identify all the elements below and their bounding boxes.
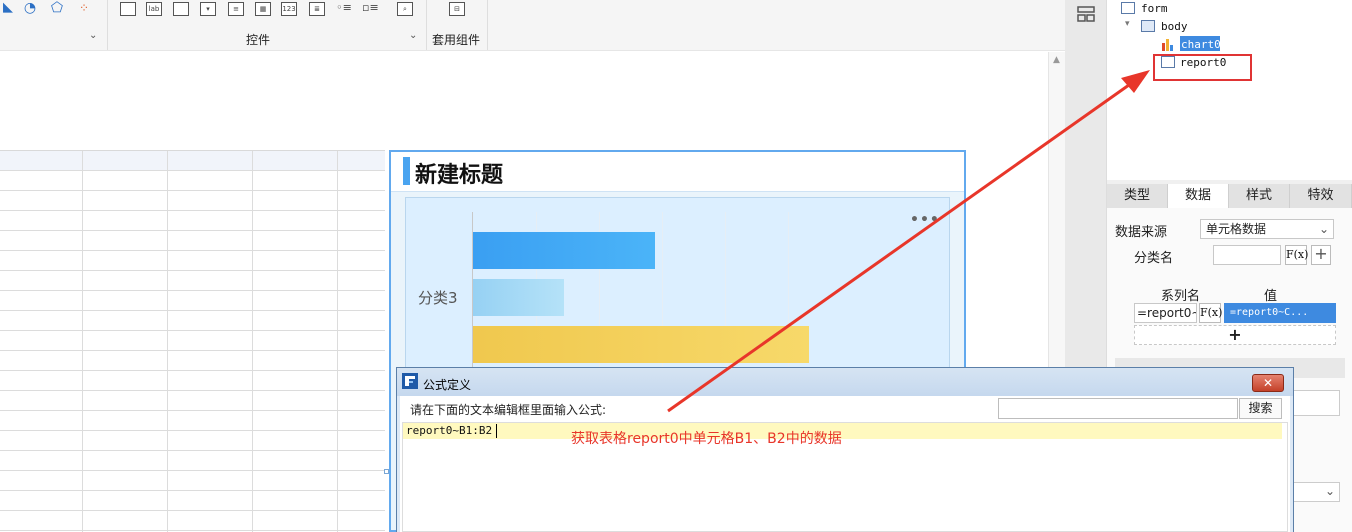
formula-prompt: 请在下面的文本编辑框里面输入公式:: [410, 403, 607, 417]
chart-group-expand-icon[interactable]: ⌄: [89, 30, 99, 41]
chart-category-label: 分类3: [418, 289, 458, 307]
scatter-chart-icon[interactable]: ⁘: [76, 2, 92, 16]
combobox-icon[interactable]: ▾: [200, 2, 216, 16]
checkbox-group-icon[interactable]: ▫≡: [362, 2, 379, 16]
textbox-icon[interactable]: [173, 2, 189, 16]
controls-group-label: 控件: [246, 33, 271, 47]
query-icon[interactable]: ⌕: [397, 2, 413, 16]
chart-title: 新建标题: [415, 163, 504, 188]
component-icon[interactable]: ⊟: [449, 2, 465, 16]
annotation-text: 获取表格report0中单元格B1、B2中的数据: [571, 431, 842, 447]
tab-type[interactable]: 类型: [1107, 184, 1168, 208]
designer-toolbar: ◣ ◔ ⬠ ⁘ ⌄ lab ▾ ≡ ▦ 123 ≣ ◦≡ ▫≡ ⌕ 控件 ⌄ ⊟…: [0, 0, 1065, 51]
close-icon[interactable]: ✕: [1252, 374, 1284, 392]
category-fx-button[interactable]: F(x): [1285, 245, 1308, 265]
tab-data[interactable]: 数据: [1168, 184, 1229, 208]
dialog-titlebar[interactable]: [397, 368, 1293, 396]
property-input[interactable]: [1290, 390, 1340, 416]
chart-more-icon[interactable]: •••: [910, 212, 940, 228]
toolbar-divider: [107, 0, 108, 50]
tree-node-chart0[interactable]: chart0: [1181, 38, 1221, 51]
current-line-highlight: [403, 423, 1282, 439]
data-source-value: 单元格数据: [1206, 222, 1267, 236]
date-icon[interactable]: ▦: [255, 2, 271, 16]
chart-title-accent: [403, 157, 410, 185]
number-icon[interactable]: 123: [281, 2, 297, 16]
property-select[interactable]: ⌄: [1290, 482, 1340, 502]
add-series-button[interactable]: +: [1134, 325, 1336, 345]
common-components-label: 套用组件: [432, 33, 481, 47]
category-name-input[interactable]: [1213, 245, 1281, 265]
app-logo-icon: [402, 373, 418, 389]
select-list-icon[interactable]: ≡: [228, 2, 244, 16]
chart-bar: [473, 279, 564, 316]
series-fx-button[interactable]: F(x): [1199, 303, 1222, 323]
formula-text[interactable]: report0~B1:B2: [406, 423, 492, 439]
resize-handle[interactable]: [384, 469, 389, 474]
report-grid[interactable]: [0, 150, 385, 532]
collapse-icon[interactable]: ▾: [1125, 19, 1130, 29]
body-node-icon: [1141, 20, 1155, 32]
map-chart-icon[interactable]: ◣: [0, 1, 16, 16]
chart-bar: [473, 326, 809, 363]
chart-bar: [473, 232, 655, 269]
controls-group-expand-icon[interactable]: ⌄: [409, 30, 419, 41]
data-source-label: 数据来源: [1115, 225, 1168, 240]
layout-icon[interactable]: [1077, 6, 1095, 22]
series-name-header: 系列名: [1161, 289, 1201, 304]
highlight-box: [1153, 54, 1252, 81]
text-caret: [496, 424, 497, 438]
button-icon[interactable]: [120, 2, 136, 16]
series-value-input[interactable]: =report0~C...: [1224, 303, 1336, 323]
chart-node-icon: [1162, 39, 1173, 51]
search-input[interactable]: [998, 398, 1238, 419]
tree-node-form[interactable]: form: [1141, 2, 1168, 15]
gauge-chart-icon[interactable]: ◔: [22, 1, 38, 16]
radar-chart-icon[interactable]: ⬠: [49, 1, 65, 16]
series-name-input[interactable]: =report0~I: [1134, 303, 1197, 323]
chevron-down-icon: ⌄: [1324, 484, 1335, 498]
tab-style[interactable]: 样式: [1229, 184, 1290, 208]
chevron-down-icon: ⌄: [1318, 222, 1329, 236]
category-name-label: 分类名: [1134, 251, 1174, 266]
data-source-select[interactable]: 单元格数据 ⌄: [1200, 219, 1334, 239]
toolbar-divider: [487, 0, 488, 50]
value-header: 值: [1264, 289, 1278, 304]
toolbar-divider: [426, 0, 427, 50]
textarea-icon[interactable]: ≣: [309, 2, 325, 16]
tree-node-body[interactable]: body: [1161, 20, 1188, 33]
tab-effect[interactable]: 特效: [1290, 184, 1352, 208]
radio-group-icon[interactable]: ◦≡: [336, 2, 352, 16]
category-add-button[interactable]: +: [1311, 245, 1331, 265]
label-icon[interactable]: lab: [146, 2, 162, 16]
dialog-title: 公式定义: [423, 378, 472, 392]
search-button[interactable]: 搜索: [1239, 398, 1282, 419]
form-node-icon: [1121, 2, 1135, 14]
scroll-up-icon[interactable]: ▲: [1053, 55, 1060, 65]
